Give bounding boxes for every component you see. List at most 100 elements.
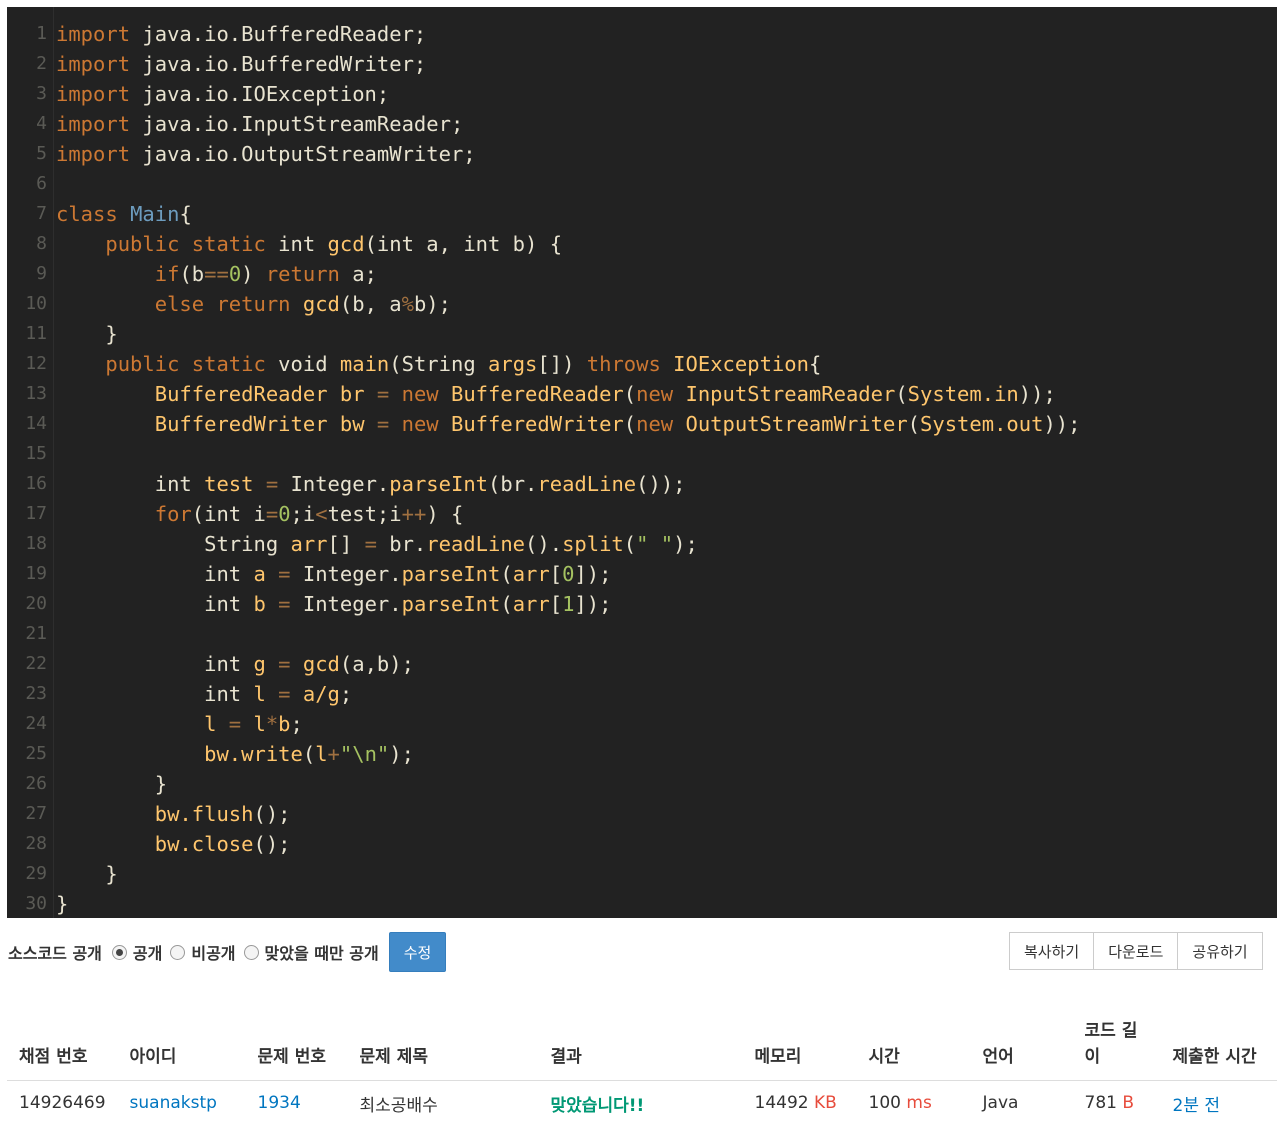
code-token: for <box>154 502 192 526</box>
cell-memory: 14492 KB <box>743 1081 857 1126</box>
code-line: int l = a/g; <box>56 679 1277 709</box>
code-token: return <box>265 262 340 286</box>
code-line: import java.io.OutputStreamWriter; <box>56 139 1277 169</box>
time-value: 100 <box>868 1093 901 1113</box>
line-number: 16 <box>25 473 47 494</box>
code-line: bw.close(); <box>56 829 1277 859</box>
code-token: else return <box>154 292 291 316</box>
line-number: 30 <box>25 893 47 914</box>
code-token: ; <box>339 682 353 706</box>
line-number: 5 <box>36 143 47 164</box>
cell-time: 100 ms <box>857 1081 971 1126</box>
source-visibility-label: 소스코드 공개 <box>8 944 102 963</box>
problem-link[interactable]: 1934 <box>258 1093 301 1113</box>
code-line: } <box>56 859 1277 889</box>
code-line: import java.io.BufferedWriter; <box>56 49 1277 79</box>
code-token: l <box>315 742 328 766</box>
code-token: ( <box>623 532 637 556</box>
code-token: } <box>56 772 168 796</box>
code-token: []) <box>537 352 587 376</box>
edit-button[interactable]: 수정 <box>388 932 447 972</box>
code-token: import <box>56 52 131 76</box>
copy-button[interactable]: 복사하기 <box>1009 932 1095 970</box>
share-button[interactable]: 공유하기 <box>1177 932 1263 970</box>
code-token: String <box>56 532 291 556</box>
code-token: )); <box>1043 412 1081 436</box>
code-token: 0 <box>562 562 575 586</box>
code-line: int g = gcd(a,b); <box>56 649 1277 679</box>
code-token: Integer. <box>278 472 390 496</box>
code-token: public static <box>105 232 266 256</box>
code-line: int a = Integer.parseInt(arr[0]); <box>56 559 1277 589</box>
cell-submission-id: 14926469 <box>19 1093 106 1113</box>
user-link[interactable]: suanakstp <box>130 1093 217 1113</box>
code-token: b <box>253 592 266 616</box>
code-token: int <box>56 682 254 706</box>
line-number: 25 <box>25 743 47 764</box>
radio-private[interactable] <box>170 944 186 960</box>
line-number: 20 <box>25 593 47 614</box>
code-token: InputStreamReader <box>685 382 896 406</box>
radio-public-when-correct[interactable] <box>243 944 259 960</box>
memory-value: 14492 <box>754 1093 809 1113</box>
code-token: ); <box>673 532 698 556</box>
line-number: 3 <box>36 83 47 104</box>
code-line: if(b==0) return a; <box>56 259 1277 289</box>
line-number: 24 <box>25 713 47 734</box>
code-token: (int i <box>191 502 266 526</box>
code-action-buttons: 복사하기 다운로드 공유하기 <box>1009 932 1263 970</box>
line-number-gutter: 1 2 3 4 5 6 7 8 9 10 11 12 13 14 15 16 17 18 19 20 21 22 23 24 2… <box>7 19 51 918</box>
code-token: throws <box>586 352 661 376</box>
code-token: 0 <box>278 502 291 526</box>
line-number: 13 <box>25 383 47 404</box>
code-token: void <box>265 352 340 376</box>
code-length-value: 781 <box>1084 1093 1117 1113</box>
code-line: else return gcd(b, a%b); <box>56 289 1277 319</box>
code-token: br. <box>376 532 427 556</box>
download-button[interactable]: 다운로드 <box>1093 932 1179 970</box>
code-line: BufferedReader br = new BufferedReader(n… <box>56 379 1277 409</box>
code-editor[interactable]: 1 2 3 4 5 6 7 8 9 10 11 12 13 14 15 16 17 18 19 20 21 22 23 24 2… <box>7 7 1277 918</box>
line-number: 7 <box>36 203 47 224</box>
code-line: } <box>56 319 1277 349</box>
code-token: import <box>56 112 131 136</box>
code-token: arr <box>290 532 328 556</box>
code-line: import java.io.IOException; <box>56 79 1277 109</box>
memory-unit: KB <box>814 1093 837 1113</box>
result-badge: 맞았습니다!! <box>550 1095 645 1116</box>
code-token: BufferedWriter <box>450 412 624 436</box>
code-token: ; <box>290 712 303 736</box>
code-token: = <box>265 472 279 496</box>
code-token: = <box>278 592 291 616</box>
line-number: 12 <box>25 353 47 374</box>
code-token: import <box>56 142 131 166</box>
code-token: bw.flush <box>154 802 254 826</box>
line-number: 11 <box>25 323 47 344</box>
code-token: { <box>179 202 192 226</box>
code-token: * <box>265 712 279 736</box>
code-token: (b, a <box>339 292 402 316</box>
code-line: String arr[] = br.readLine().split(" "); <box>56 529 1277 559</box>
code-token: { <box>808 352 822 376</box>
line-number: 29 <box>25 863 47 884</box>
radio-private-label: 비공개 <box>191 944 236 963</box>
code-token: ( <box>895 382 908 406</box>
code-token: ( <box>907 412 921 436</box>
code-token: int <box>56 592 254 616</box>
radio-public[interactable] <box>111 944 127 960</box>
line-number: 26 <box>25 773 47 794</box>
submitted-at-link[interactable]: 2분 전 <box>1173 1096 1221 1116</box>
code-token: import <box>56 22 131 46</box>
code-token: gcd <box>327 232 365 256</box>
cell-submitted-at: 2분 전 <box>1161 1081 1277 1126</box>
code-token: ]); <box>574 562 612 586</box>
line-number: 10 <box>25 293 47 314</box>
code-token: IOException <box>673 352 809 376</box>
